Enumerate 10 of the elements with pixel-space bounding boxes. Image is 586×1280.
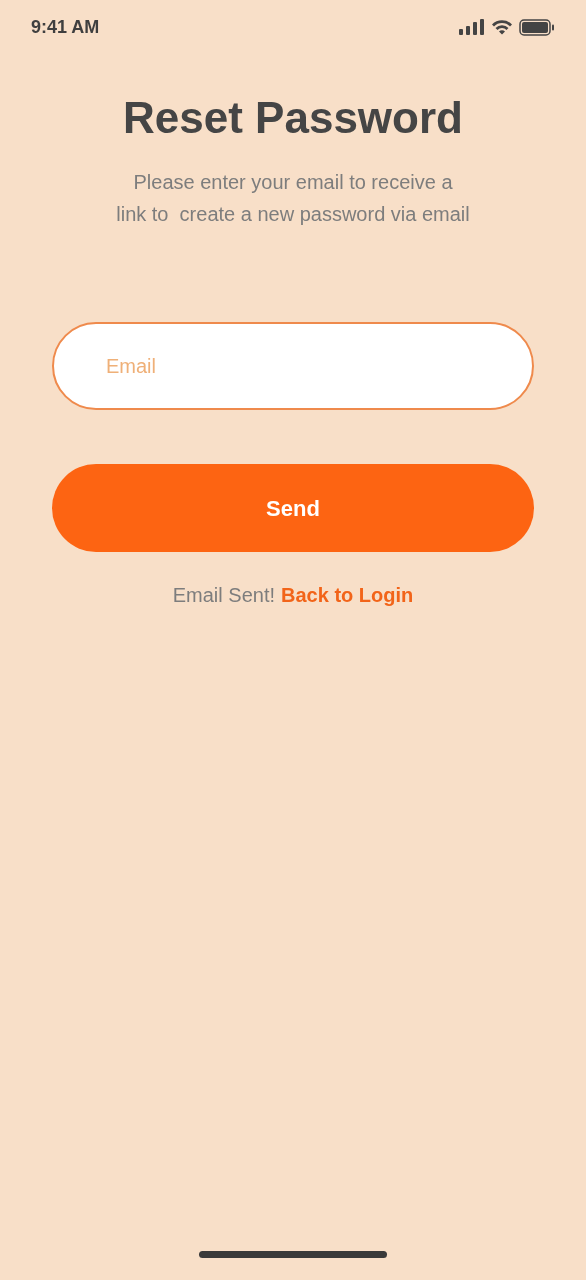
email-field[interactable]: Email bbox=[52, 322, 534, 410]
send-button[interactable]: Send bbox=[52, 464, 534, 552]
description-text: Please enter your email to receive a link to create a new password via email bbox=[116, 170, 470, 227]
battery-icon bbox=[519, 18, 555, 36]
status-time: 9:41 AM bbox=[31, 15, 100, 39]
status-message: Email Sent! bbox=[172, 583, 275, 608]
wifi-icon bbox=[491, 19, 513, 35]
signal-icon bbox=[459, 19, 485, 35]
back-to-login-link[interactable]: Back to Login bbox=[281, 580, 414, 610]
page-title: Reset Password bbox=[122, 96, 464, 140]
